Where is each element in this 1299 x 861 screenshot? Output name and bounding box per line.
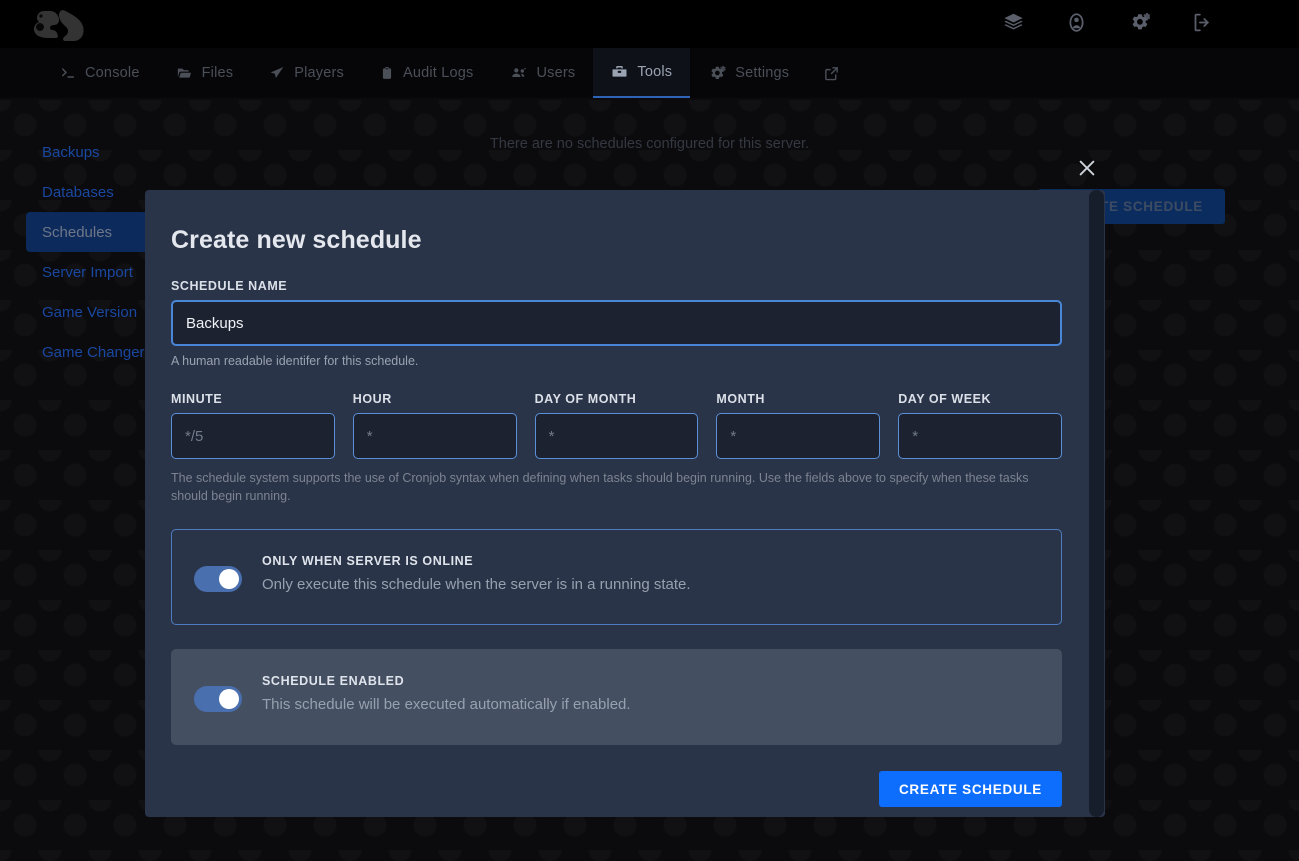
tab-tools[interactable]: Tools xyxy=(593,48,690,98)
cron-month-input[interactable] xyxy=(716,413,880,459)
schedule-name-label: SCHEDULE NAME xyxy=(171,279,1062,293)
tab-users-label: Users xyxy=(537,65,576,81)
tab-external-link[interactable] xyxy=(807,48,856,98)
cron-minute-label: MINUTE xyxy=(171,392,335,406)
cron-field-day-of-month: DAY OF MONTH xyxy=(535,392,699,459)
schedule-name-field-group: SCHEDULE NAME A human readable identifer… xyxy=(171,279,1062,370)
switch-knob xyxy=(219,689,239,709)
sidebar-item-label: Game Version xyxy=(42,304,137,321)
cron-month-label: MONTH xyxy=(716,392,880,406)
sidebar-item-label: Game Changer xyxy=(42,344,145,361)
sidebar-item-label: Databases xyxy=(42,184,114,201)
gears-icon xyxy=(708,65,726,82)
cron-day-of-month-label: DAY OF MONTH xyxy=(535,392,699,406)
gears-icon[interactable] xyxy=(1129,12,1150,33)
modal-footer: CREATE SCHEDULE xyxy=(171,771,1062,807)
layers-icon[interactable] xyxy=(1003,12,1024,33)
cron-hour-label: HOUR xyxy=(353,392,517,406)
terminal-icon xyxy=(60,65,76,81)
schedule-enabled-description: This schedule will be executed automatic… xyxy=(262,696,631,713)
external-link-icon xyxy=(823,65,840,82)
cron-minute-input[interactable] xyxy=(171,413,335,459)
only-when-online-switch[interactable] xyxy=(194,566,242,592)
cron-day-of-week-input[interactable] xyxy=(898,413,1062,459)
cron-day-of-week-label: DAY OF WEEK xyxy=(898,392,1062,406)
tab-players[interactable]: Players xyxy=(251,48,362,98)
toggle-schedule-enabled[interactable]: SCHEDULE ENABLED This schedule will be e… xyxy=(171,649,1062,745)
top-bar xyxy=(0,0,1299,48)
cron-field-hour: HOUR xyxy=(353,392,517,459)
schedule-name-input[interactable] xyxy=(171,300,1062,346)
only-when-online-description: Only execute this schedule when the serv… xyxy=(262,576,691,593)
cron-fields-row: MINUTE HOUR DAY OF MONTH MONTH DAY OF WE… xyxy=(171,392,1062,459)
users-icon xyxy=(510,65,528,81)
nav-bar: Console Files Players xyxy=(0,48,1299,98)
modal-title: Create new schedule xyxy=(171,226,1062,255)
only-when-online-title: ONLY WHEN SERVER IS ONLINE xyxy=(262,554,691,568)
modal-scrollbar[interactable] xyxy=(1088,190,1105,817)
logout-icon[interactable] xyxy=(1192,12,1213,33)
cron-field-month: MONTH xyxy=(716,392,880,459)
squirrel-logo[interactable] xyxy=(30,7,92,41)
schedule-enabled-title: SCHEDULE ENABLED xyxy=(262,674,631,688)
empty-state-message: There are no schedules configured for th… xyxy=(0,136,1299,152)
tab-settings-label: Settings xyxy=(735,65,789,81)
schedule-enabled-switch[interactable] xyxy=(194,686,242,712)
cron-field-day-of-week: DAY OF WEEK xyxy=(898,392,1062,459)
cron-help-text: The schedule system supports the use of … xyxy=(171,469,1062,505)
tab-settings[interactable]: Settings xyxy=(690,48,807,98)
close-icon[interactable] xyxy=(1074,155,1100,181)
tab-audit-logs[interactable]: Audit Logs xyxy=(362,48,492,98)
tab-console[interactable]: Console xyxy=(42,48,158,98)
toggle-only-when-online[interactable]: ONLY WHEN SERVER IS ONLINE Only execute … xyxy=(171,529,1062,625)
submit-create-schedule-button[interactable]: CREATE SCHEDULE xyxy=(879,771,1062,807)
cron-field-minute: MINUTE xyxy=(171,392,335,459)
tab-players-label: Players xyxy=(294,65,344,81)
schedule-name-help: A human readable identifer for this sche… xyxy=(171,352,1062,370)
app-root: Console Files Players xyxy=(0,0,1299,861)
tab-tools-label: Tools xyxy=(637,64,672,80)
switch-knob xyxy=(219,569,239,589)
paper-plane-icon xyxy=(269,65,285,81)
cron-hour-input[interactable] xyxy=(353,413,517,459)
cron-day-of-month-input[interactable] xyxy=(535,413,699,459)
nav-tabs: Console Files Players xyxy=(0,48,1299,98)
folder-icon xyxy=(176,65,193,81)
top-bar-icons xyxy=(1003,12,1213,33)
toggle-text-group: SCHEDULE ENABLED This schedule will be e… xyxy=(262,672,631,713)
sidebar-item-label: Schedules xyxy=(42,224,112,241)
tab-users[interactable]: Users xyxy=(492,48,594,98)
create-schedule-modal: Create new schedule SCHEDULE NAME A huma… xyxy=(145,190,1105,817)
modal-scrollbar-thumb[interactable] xyxy=(1089,190,1104,817)
tab-console-label: Console xyxy=(85,65,140,81)
toggle-text-group: ONLY WHEN SERVER IS ONLINE Only execute … xyxy=(262,552,691,593)
sidebar-item-label: Server Import xyxy=(42,264,133,281)
user-circle-icon[interactable] xyxy=(1066,12,1087,33)
modal-body: Create new schedule SCHEDULE NAME A huma… xyxy=(145,190,1088,817)
tab-audit-logs-label: Audit Logs xyxy=(403,65,474,81)
clipboard-icon xyxy=(380,65,394,81)
tab-files-label: Files xyxy=(202,65,234,81)
tab-files[interactable]: Files xyxy=(158,48,252,98)
toolbox-icon xyxy=(611,64,628,80)
